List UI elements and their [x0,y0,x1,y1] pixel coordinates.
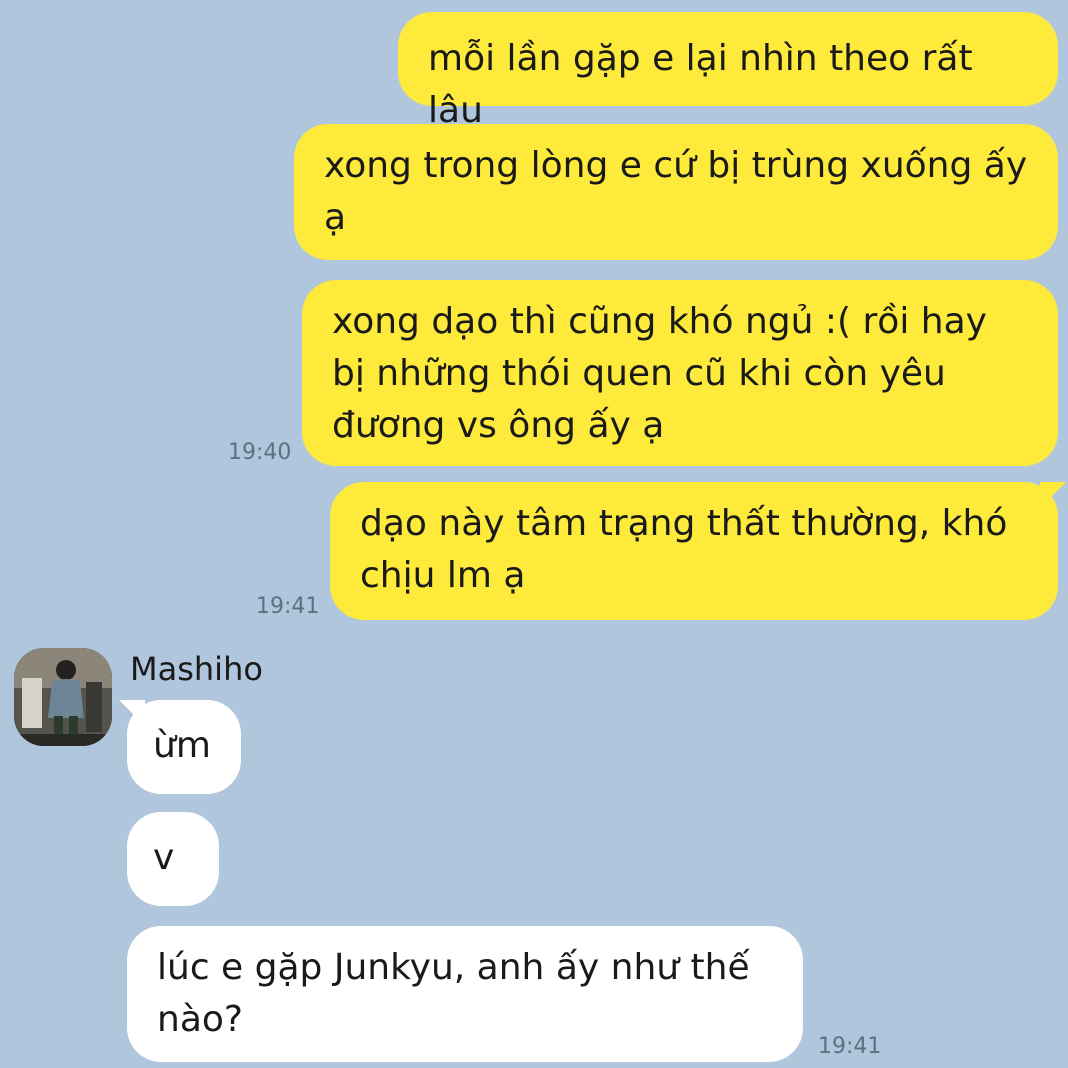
outgoing-message[interactable]: xong trong lòng e cứ bị trùng xuống ấy ạ [294,124,1058,260]
incoming-message[interactable]: lúc e gặp Junkyu, anh ấy như thế nào? [127,926,803,1062]
message-text: lúc e gặp Junkyu, anh ấy như thế nào? [157,947,750,1040]
message-timestamp: 19:41 [256,594,320,619]
incoming-message[interactable]: v [127,812,219,906]
outgoing-message[interactable]: mỗi lần gặp e lại nhìn theo rất lâu [398,12,1058,131]
chat-area: mỗi lần gặp e lại nhìn theo rất lâu xong… [0,0,1068,1068]
message-text: xong dạo thì cũng khó ngủ :( rồi hay bị … [332,301,987,446]
message-text: mỗi lần gặp e lại nhìn theo rất lâu [428,38,973,131]
outgoing-message[interactable]: dạo này tâm trạng thất thường, khó chịu … [330,482,1058,620]
message-text: v [153,837,175,878]
profile-photo-icon [14,648,112,746]
contact-avatar[interactable] [14,648,112,746]
message-text: ừm [153,725,211,766]
message-text: dạo này tâm trạng thất thường, khó chịu … [360,503,1008,596]
message-text: xong trong lòng e cứ bị trùng xuống ấy ạ [324,145,1028,238]
message-timestamp: 19:40 [228,440,292,465]
message-timestamp: 19:41 [818,1034,882,1059]
contact-name: Mashiho [130,650,263,688]
incoming-message[interactable]: ừm [127,700,241,794]
outgoing-message[interactable]: xong dạo thì cũng khó ngủ :( rồi hay bị … [302,280,1058,466]
